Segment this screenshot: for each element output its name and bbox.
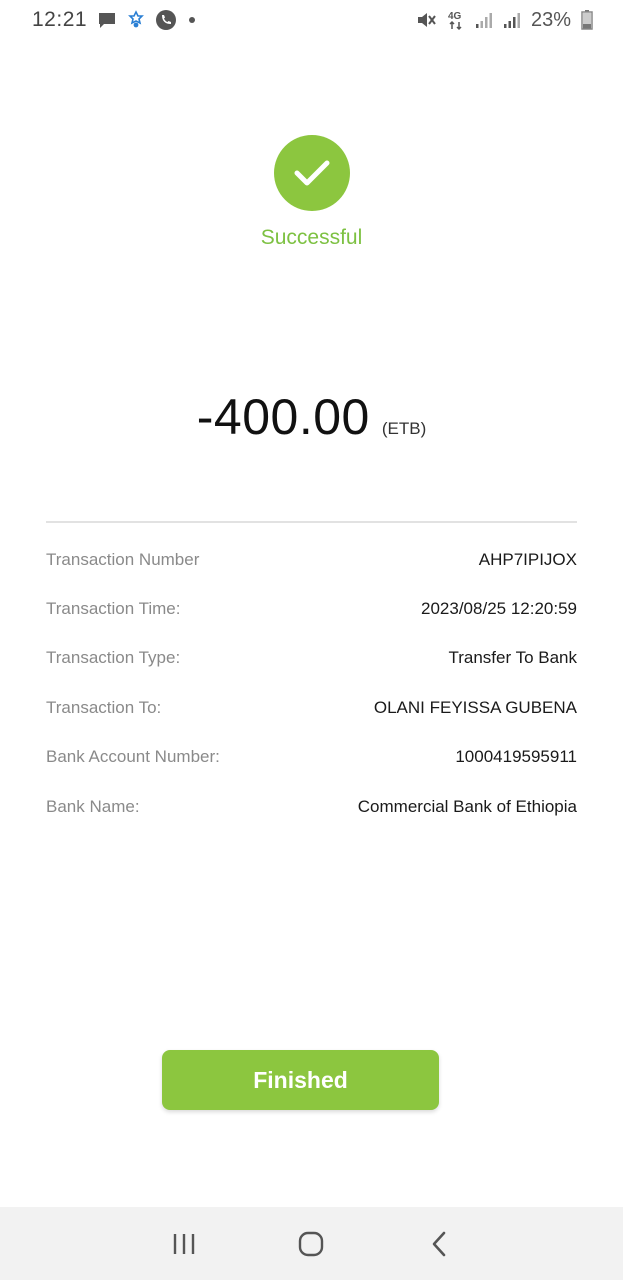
detail-label: Bank Name: <box>46 796 140 816</box>
mute-icon <box>415 10 437 30</box>
detail-label: Bank Account Number: <box>46 747 220 767</box>
home-icon[interactable] <box>286 1219 336 1269</box>
amount-row: -400.00 (ETB) <box>0 388 623 446</box>
detail-label: Transaction Time: <box>46 599 181 619</box>
whatsapp-icon <box>155 9 177 31</box>
detail-row-transaction-to: Transaction To: OLANI FEYISSA GUBENA <box>46 683 577 732</box>
battery-icon <box>581 10 593 30</box>
finished-button[interactable]: Finished <box>162 1050 439 1110</box>
signal-icon <box>503 11 521 29</box>
status-right: 4G 23% <box>415 9 593 32</box>
navigation-bar <box>0 1207 623 1280</box>
transaction-result-screen: 12:21 4G 23% Successful -400.00 (ETB) Tr… <box>0 0 623 1280</box>
detail-row-transaction-time: Transaction Time: 2023/08/25 12:20:59 <box>46 584 577 633</box>
detail-row-bank-account-number: Bank Account Number: 1000419595911 <box>46 733 577 782</box>
detail-row-bank-name: Bank Name: Commercial Bank of Ethiopia <box>46 782 577 831</box>
amount-value: -400.00 <box>196 389 370 445</box>
detail-value: AHP7IPIJOX <box>478 549 577 569</box>
detail-label: Transaction Number <box>46 549 200 569</box>
battery-percent: 23% <box>530 8 571 31</box>
detail-row-transaction-type: Transaction Type: Transfer To Bank <box>46 634 577 683</box>
status-left: 12:21 <box>32 8 197 32</box>
divider <box>46 521 577 523</box>
network-4g-icon: 4G <box>447 9 465 31</box>
signal-icon <box>475 11 493 29</box>
success-check-icon <box>274 135 350 211</box>
back-icon[interactable] <box>414 1219 464 1269</box>
message-icon <box>97 10 117 30</box>
detail-label: Transaction Type: <box>46 648 181 668</box>
status-text: Successful <box>260 226 363 249</box>
detail-value: Commercial Bank of Ethiopia <box>357 796 577 816</box>
dot-icon <box>187 15 197 25</box>
recent-apps-icon[interactable] <box>159 1219 209 1269</box>
detail-row-transaction-number: Transaction Number AHP7IPIJOX <box>46 535 577 584</box>
clock: 12:21 <box>32 8 88 31</box>
detail-value: 2023/08/25 12:20:59 <box>421 599 577 619</box>
detail-value: 1000419595911 <box>455 747 577 767</box>
detail-value: Transfer To Bank <box>448 648 577 668</box>
transaction-details: Transaction Number AHP7IPIJOX Transactio… <box>46 535 577 831</box>
currency-label: (ETB) <box>381 419 427 438</box>
svg-text:4G: 4G <box>448 11 462 22</box>
detail-label: Transaction To: <box>46 697 162 717</box>
app-notification-icon <box>127 10 145 30</box>
detail-value: OLANI FEYISSA GUBENA <box>373 697 577 717</box>
status-bar: 12:21 4G 23% <box>0 0 623 40</box>
